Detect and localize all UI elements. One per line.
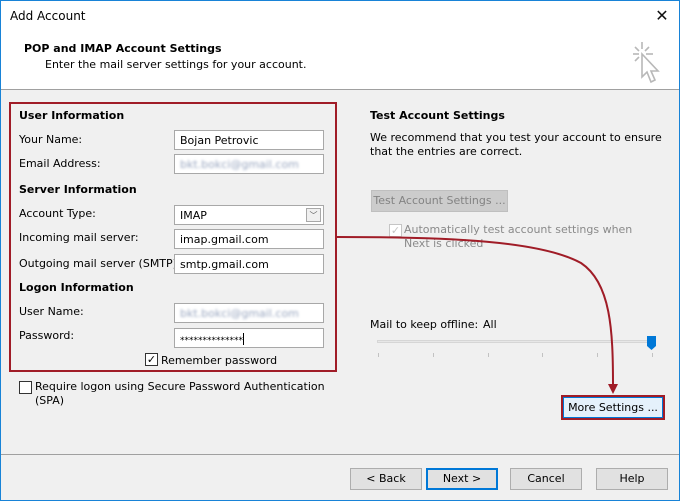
- auto-test-label: Automatically test account settings when…: [404, 223, 633, 250]
- spa-label[interactable]: Require logon using Secure Password Auth…: [35, 380, 325, 408]
- your-name-label: Your Name:: [19, 133, 83, 146]
- email-address-label: Email Address:: [19, 157, 101, 170]
- server-information-heading: Server Information: [19, 183, 137, 196]
- user-name-value: bkt.bokci@gmail.com: [180, 307, 299, 320]
- user-information-heading: User Information: [19, 109, 125, 122]
- test-account-description: We recommend that you test your account …: [370, 131, 662, 158]
- your-name-input[interactable]: Bojan Petrovic: [174, 130, 324, 150]
- window-title: Add Account: [10, 9, 86, 23]
- password-value: **************: [180, 336, 243, 346]
- remember-password-label[interactable]: Remember password: [161, 354, 277, 367]
- back-button[interactable]: < Back: [350, 468, 422, 490]
- cursor-click-icon: [633, 42, 660, 84]
- slider-thumb[interactable]: [647, 336, 656, 350]
- incoming-server-label: Incoming mail server:: [19, 231, 139, 244]
- title-bar: Add Account ✕: [1, 1, 679, 32]
- outgoing-server-input[interactable]: smtp.gmail.com: [174, 254, 324, 274]
- email-address-value: bkt.bokci@gmail.com: [180, 158, 299, 171]
- mail-offline-value: All: [483, 318, 497, 331]
- logon-information-heading: Logon Information: [19, 281, 134, 294]
- slider-tick: [378, 353, 379, 357]
- close-icon[interactable]: ✕: [651, 5, 673, 27]
- test-account-heading: Test Account Settings: [370, 109, 505, 122]
- more-settings-button[interactable]: More Settings ...: [563, 397, 663, 418]
- next-button[interactable]: Next >: [426, 468, 498, 490]
- email-address-input[interactable]: bkt.bokci@gmail.com: [174, 154, 324, 174]
- outgoing-server-label: Outgoing mail server (SMTP):: [19, 257, 181, 270]
- password-input[interactable]: **************: [174, 328, 324, 348]
- page-title: POP and IMAP Account Settings: [24, 42, 222, 55]
- account-type-value: IMAP: [180, 209, 207, 222]
- slider-tick: [542, 353, 544, 357]
- slider-tick: [487, 353, 489, 357]
- slider-tick: [652, 353, 653, 357]
- incoming-server-input[interactable]: imap.gmail.com: [174, 229, 324, 249]
- mail-offline-slider[interactable]: [377, 340, 651, 343]
- account-type-label: Account Type:: [19, 207, 96, 220]
- user-name-input[interactable]: bkt.bokci@gmail.com: [174, 303, 324, 323]
- help-button[interactable]: Help: [596, 468, 668, 490]
- password-label: Password:: [19, 329, 75, 342]
- spa-checkbox[interactable]: [19, 381, 32, 394]
- footer-divider: [1, 454, 679, 455]
- slider-tick: [597, 353, 599, 357]
- remember-password-checkbox[interactable]: ✓: [145, 353, 158, 366]
- add-account-dialog: Add Account ✕ POP and IMAP Account Setti…: [0, 0, 680, 501]
- user-name-label: User Name:: [19, 305, 84, 318]
- test-account-settings-button[interactable]: Test Account Settings ...: [371, 190, 508, 212]
- page-subtitle: Enter the mail server settings for your …: [45, 58, 307, 71]
- text-caret: [243, 333, 244, 345]
- chevron-down-icon[interactable]: ﹀: [306, 208, 321, 222]
- dialog-header: POP and IMAP Account Settings Enter the …: [1, 32, 679, 90]
- account-type-select[interactable]: IMAP ﹀: [174, 205, 324, 225]
- mail-offline-label: Mail to keep offline:: [370, 318, 479, 331]
- cancel-button[interactable]: Cancel: [510, 468, 582, 490]
- slider-tick: [432, 353, 434, 357]
- auto-test-checkbox[interactable]: ✓: [389, 224, 402, 237]
